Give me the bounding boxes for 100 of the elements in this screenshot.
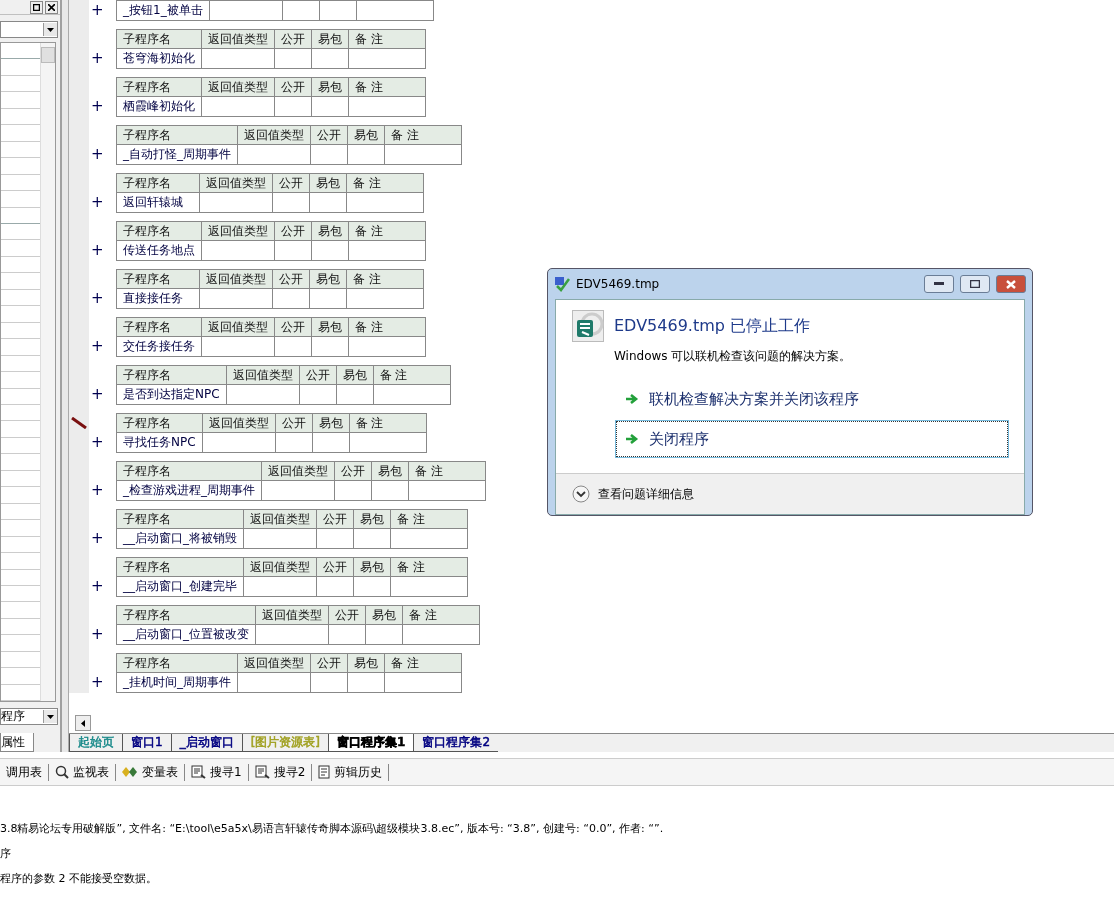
close-button[interactable]	[45, 0, 58, 14]
column-header: 返回值类型	[199, 173, 273, 193]
procedure-name-cell[interactable]: 寻找任务NPC	[116, 432, 203, 453]
procedure-name-cell[interactable]: 交任务接任务	[116, 336, 202, 357]
expand-toggle[interactable]: +	[91, 384, 116, 405]
expand-toggle[interactable]: +	[91, 144, 116, 165]
dialog-message: Windows 可以联机检查该问题的解决方案。	[614, 348, 853, 365]
column-header: 易包	[309, 269, 347, 289]
column-header: 易包	[312, 413, 350, 433]
details-link[interactable]: 查看问题详细信息	[598, 485, 694, 503]
expand-toggle[interactable]: +	[91, 624, 116, 645]
column-header: 备 注	[346, 173, 424, 193]
column-header: 公开	[272, 269, 310, 289]
expand-toggle[interactable]: +	[91, 240, 116, 261]
tool-tab[interactable]: 调用表	[0, 763, 49, 781]
procedure-name-cell[interactable]: __启动窗口_将被销毁	[116, 528, 244, 549]
column-header: 公开	[299, 365, 337, 385]
expand-toggle[interactable]: +	[91, 192, 116, 213]
column-header: 备 注	[408, 461, 486, 481]
column-header: 备 注	[402, 605, 480, 625]
column-header: 易包	[371, 461, 409, 481]
column-header: 返回值类型	[243, 509, 317, 529]
column-header: 返回值类型	[201, 29, 275, 49]
column-header: 返回值类型	[255, 605, 329, 625]
find-icon	[191, 765, 206, 779]
column-header: 备 注	[348, 317, 426, 337]
column-header: 易包	[311, 29, 349, 49]
expand-toggle[interactable]: +	[91, 576, 116, 597]
close-icon	[48, 3, 55, 11]
expand-toggle[interactable]: +	[91, 480, 116, 501]
column-header: 返回值类型	[237, 653, 311, 673]
column-header: 公开	[316, 557, 354, 577]
column-header: 易包	[353, 509, 391, 529]
procedure-name-cell[interactable]: __启动窗口_创建完毕	[116, 576, 244, 597]
close-icon	[1006, 279, 1016, 289]
dialog-heading: EDV5469.tmp 已停止工作	[614, 315, 810, 337]
column-header: 返回值类型	[226, 365, 300, 385]
minimize-icon	[934, 282, 944, 286]
arrow-icon	[625, 393, 639, 405]
procedure-name-cell[interactable]: 是否到达指定NPC	[116, 384, 227, 405]
column-header: 返回值类型	[201, 77, 275, 97]
column-header: 公开	[274, 317, 312, 337]
editor-tab[interactable]: 窗口程序集2	[413, 734, 498, 752]
procedure-name-cell[interactable]: _自动打怪_周期事件	[116, 144, 238, 165]
tool-tab[interactable]: 搜寻2	[248, 763, 313, 781]
output-line: 程序的参数 2 不能接受空数据。	[0, 871, 158, 887]
expand-toggle[interactable]: +	[91, 336, 116, 357]
scroll-left-button[interactable]	[75, 715, 91, 731]
column-header: 返回值类型	[243, 557, 317, 577]
restore-button[interactable]	[30, 0, 43, 14]
procedure-name-cell[interactable]: _挂机时间_周期事件	[116, 672, 238, 693]
procedure-name-cell[interactable]: 苍穹海初始化	[116, 48, 202, 69]
editor-tab[interactable]: 窗口1	[122, 734, 171, 752]
column-header: 备 注	[390, 557, 468, 577]
column-header: 公开	[272, 173, 310, 193]
caret-icon	[47, 27, 54, 32]
column-header: 子程序名	[116, 365, 227, 385]
command-link[interactable]: 关闭程序	[616, 421, 1008, 457]
procedure-name-cell[interactable]: _按钮1_被单击	[116, 0, 210, 21]
column-header: 备 注	[348, 221, 426, 241]
column-header: 子程序名	[116, 413, 203, 433]
expand-toggle[interactable]: +	[91, 48, 116, 69]
column-header: 子程序名	[116, 125, 238, 145]
column-header: 易包	[365, 605, 403, 625]
column-header: 易包	[311, 77, 349, 97]
procedure-name-cell[interactable]: 返回轩辕城	[116, 192, 200, 213]
command-link[interactable]: 联机检查解决方案并关闭该程序	[616, 381, 1008, 417]
expand-toggle[interactable]: +	[91, 672, 116, 693]
column-header: 易包	[347, 125, 385, 145]
column-header: 易包	[347, 653, 385, 673]
scrollbar[interactable]	[40, 43, 55, 701]
procedure-name-cell[interactable]: __启动窗口_位置被改变	[116, 624, 256, 645]
maximize-button[interactable]	[960, 275, 990, 293]
output-line: 3.8精易论坛专用破解版”, 文件名: “E:\tool\e5a5x\易语言轩辕传奇脚本源码\超级模块3.8.ec”, 版本号: “3.8”, 创建号: “0.0”, 作者: “”.	[0, 821, 665, 837]
procedure-name-cell[interactable]: _检查游戏进程_周期事件	[116, 480, 262, 501]
tool-tab[interactable]: 监视表	[49, 763, 116, 781]
editor-tab[interactable]: _启动窗口	[170, 734, 242, 752]
dialog-title: EDV5469.tmp	[576, 277, 661, 291]
expand-toggle[interactable]: +	[91, 432, 116, 453]
minimize-button[interactable]	[924, 275, 954, 293]
column-header: 易包	[336, 365, 374, 385]
tool-tab[interactable]: 变量表	[116, 763, 185, 781]
expand-toggle[interactable]: +	[91, 528, 116, 549]
object-selector[interactable]	[0, 21, 58, 38]
expand-icon[interactable]	[572, 485, 590, 503]
editor-tab[interactable]: 窗口程序集1	[328, 734, 414, 752]
panel-tab[interactable]: 属性	[0, 733, 34, 752]
editor-tab[interactable]: 起始页	[69, 734, 122, 752]
caret-icon	[47, 714, 54, 719]
column-header: 子程序名	[116, 557, 244, 577]
tool-tab[interactable]: 剪辑历史	[312, 763, 390, 781]
tool-tab[interactable]: 搜寻1	[185, 763, 249, 781]
expand-toggle[interactable]: +	[91, 96, 116, 117]
procedure-name-cell[interactable]: 栖霞峰初始化	[116, 96, 202, 117]
column-header: 子程序名	[116, 29, 202, 49]
procedure-name-cell[interactable]: 直接接任务	[116, 288, 200, 309]
expand-toggle[interactable]: +	[91, 0, 116, 21]
procedure-name-cell[interactable]: 传送任务地点	[116, 240, 202, 261]
expand-toggle[interactable]: +	[91, 288, 116, 309]
selector-field[interactable]: 程序	[0, 708, 58, 725]
